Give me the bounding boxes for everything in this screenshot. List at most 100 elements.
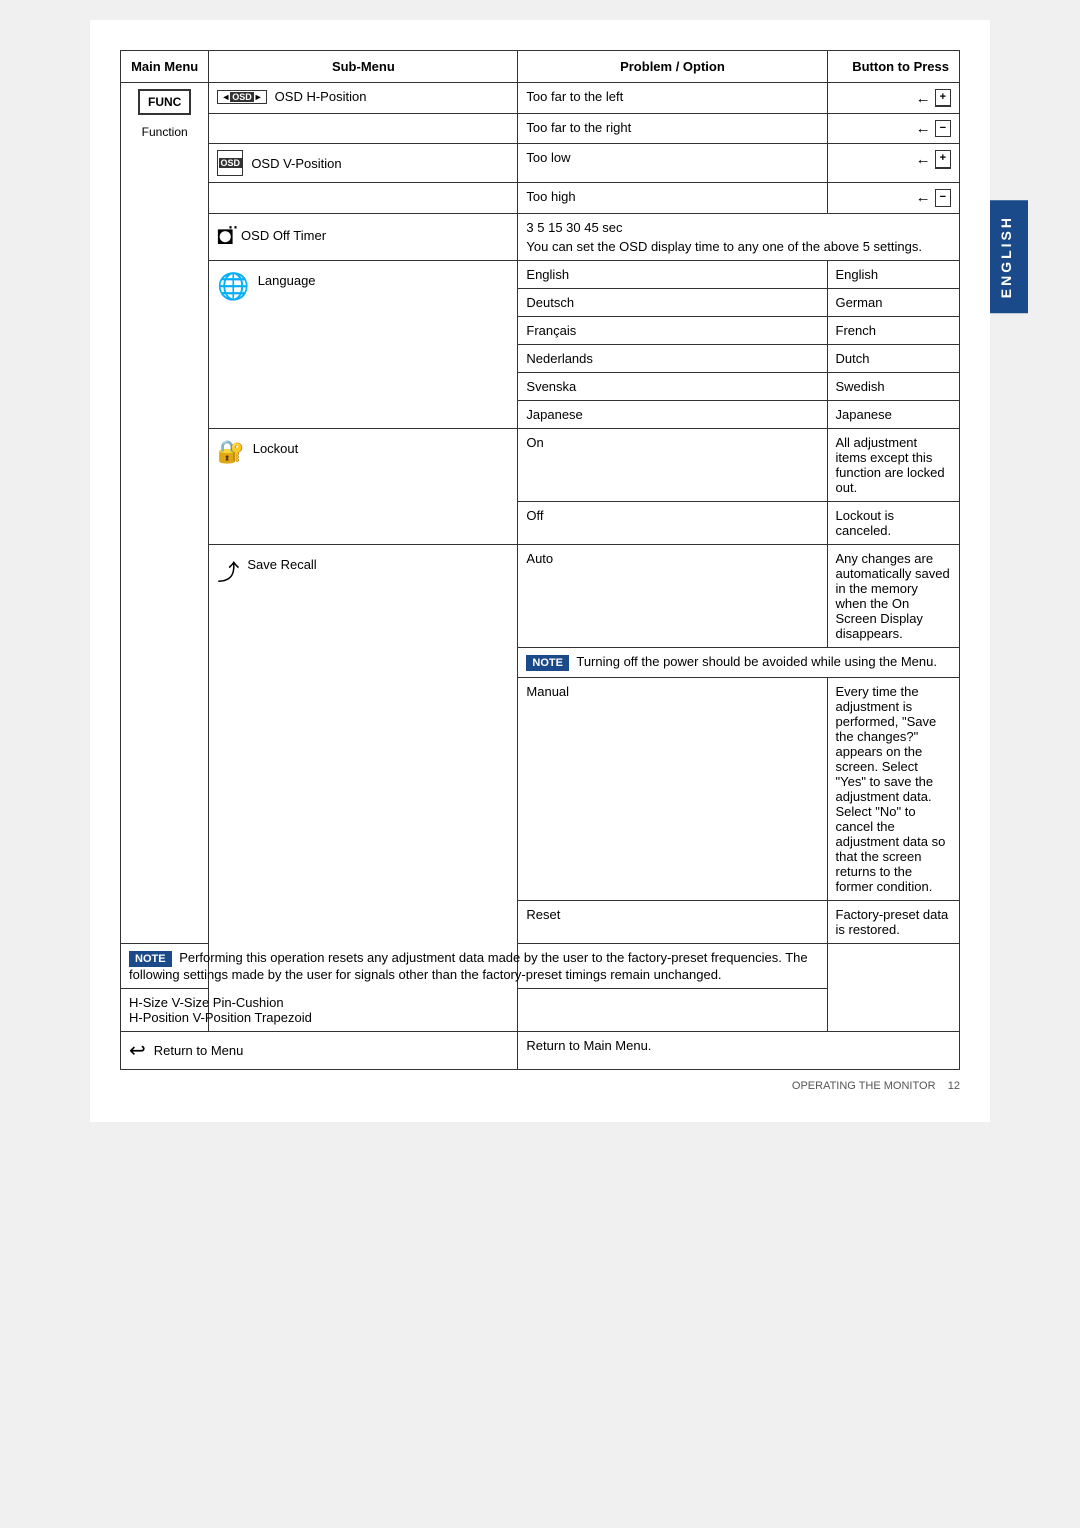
return-row: ↩ Return to Menu Return to Main Menu.: [121, 1031, 960, 1069]
return-icon: ↩: [129, 1038, 146, 1063]
osd-v-row-bottom: Too high ← −: [121, 183, 960, 213]
save-auto-value: Any changes are automatically saved in t…: [827, 544, 960, 647]
osd-h-button-1: ← +: [827, 83, 960, 114]
arrow-left-icon-1: ←: [916, 90, 931, 107]
lockout-label: Lockout: [253, 441, 299, 456]
language-label: Language: [258, 273, 316, 288]
note2-label: NOTE: [129, 951, 172, 967]
osd-v-label: OSD V-Position: [251, 156, 341, 171]
lang-english-option: English: [518, 260, 827, 288]
return-sub-cell: ↩ Return to Menu: [121, 1031, 518, 1069]
lang-dutch-option: Nederlands: [518, 344, 827, 372]
save-auto-option: Auto: [518, 544, 827, 647]
timer-desc: You can set the OSD display time to any …: [526, 239, 951, 254]
osd-v-btn-row-2: ← −: [836, 189, 952, 206]
osd-v-problem-2: Too high: [518, 183, 827, 213]
osd-h-btn-row-2: ← −: [836, 120, 952, 137]
osd-h-label: OSD H-Position: [275, 89, 367, 104]
lock-icon: 🔐: [217, 439, 244, 465]
save-manual-option: Manual: [518, 677, 827, 900]
osd-timer-sub-cell: ◘̈ OSD Off Timer: [209, 213, 518, 260]
osd-v-row-top: OSD OSD V-Position Too low ← +: [121, 144, 960, 183]
osd-v-icon: OSD: [217, 150, 243, 176]
function-label: Function: [129, 125, 200, 139]
minus-btn-2: −: [935, 189, 951, 206]
lang-japanese-value: Japanese: [827, 400, 960, 428]
footer: OPERATING THE MONITOR 12: [120, 1080, 960, 1092]
osd-h-sub-cell-2: [209, 114, 518, 144]
osd-v-button-2: ← −: [827, 183, 960, 213]
save-manual-value: Every time the adjustment is performed, …: [827, 677, 960, 900]
func-box: FUNC: [138, 89, 191, 115]
save-remaining-row: H-Size V-Size Pin-Cushion H-Position V-P…: [121, 988, 960, 1031]
save-reset-option: Reset: [518, 900, 827, 943]
save-label: Save Recall: [247, 557, 316, 572]
footer-page: 12: [948, 1080, 960, 1092]
lockout-on-option: On: [518, 428, 827, 501]
lockout-sub-cell: 🔐 Lockout: [209, 428, 518, 544]
lang-francais-option: Français: [518, 316, 827, 344]
lang-english-row: 🌐 Language English English: [121, 260, 960, 288]
header-sub-menu: Sub-Menu: [209, 51, 518, 83]
lockout-off-value: Lockout is canceled.: [827, 501, 960, 544]
timer-text: 3 5 15 30 45 sec: [526, 220, 951, 235]
arrow-left-icon-4: ←: [916, 189, 931, 206]
save-auto-row: ⤴ Save Recall Auto Any changes are autom…: [121, 544, 960, 647]
plus-btn-2: +: [935, 150, 951, 168]
osd-h-icon-label: ◄ OSD ► OSD H-Position: [217, 89, 509, 104]
osd-v-sub-cell: OSD OSD V-Position: [209, 144, 518, 183]
osd-v-problem-1: Too low: [518, 144, 827, 183]
osd-h-button-2: ← −: [827, 114, 960, 144]
lang-sub-cell: 🌐 Language: [209, 260, 518, 428]
lang-deutsch-value: German: [827, 288, 960, 316]
globe-icon: 🌐: [217, 271, 249, 302]
lockout-off-option: Off: [518, 501, 827, 544]
minus-sign-1: −: [936, 121, 950, 136]
save-reset-value: Factory-preset data is restored.: [827, 900, 960, 943]
timer-icon: ◘̈: [217, 220, 233, 251]
osd-v-button-1: ← +: [827, 144, 960, 183]
footer-text: OPERATING THE MONITOR: [792, 1080, 936, 1092]
osd-h-sub-cell: ◄ OSD ► OSD H-Position: [209, 83, 518, 114]
save-note2-row: NOTE Performing this operation resets an…: [121, 943, 960, 988]
english-tab: ENGLISH: [990, 200, 1028, 313]
osd-v-btn-row-1: ← +: [836, 150, 952, 168]
note2-text: Performing this operation resets any adj…: [129, 950, 808, 982]
lockout-icon-label: 🔐 Lockout: [217, 435, 509, 465]
arrow-left-icon-3: ←: [916, 151, 931, 168]
save-icon: ⤴: [217, 555, 239, 587]
osd-timer-row: ◘̈ OSD Off Timer 3 5 15 30 45 sec You ca…: [121, 213, 960, 260]
header-main-menu: Main Menu: [121, 51, 209, 83]
note1-text: Turning off the power should be avoided …: [576, 654, 937, 669]
main-menu-cell: FUNC Function: [121, 83, 209, 944]
main-table: Main Menu Sub-Menu Problem / Option Butt…: [120, 50, 960, 1070]
lang-svenska-value: Swedish: [827, 372, 960, 400]
page-container: ENGLISH Main Menu Sub-Menu Problem / Opt…: [90, 20, 990, 1122]
osd-timer-problem: 3 5 15 30 45 sec You can set the OSD dis…: [518, 213, 960, 260]
plus-sign-1: +: [936, 90, 950, 106]
header-button: Button to Press: [827, 51, 960, 83]
lang-deutsch-option: Deutsch: [518, 288, 827, 316]
return-value-cell: Return to Main Menu.: [518, 1031, 960, 1069]
header-row: Main Menu Sub-Menu Problem / Option Butt…: [121, 51, 960, 83]
osd-timer-label: OSD Off Timer: [241, 228, 326, 243]
lockout-on-row: 🔐 Lockout On All adjustment items except…: [121, 428, 960, 501]
lang-francais-value: French: [827, 316, 960, 344]
plus-sign-2: +: [936, 151, 950, 167]
save-icon-label: ⤴ Save Recall: [217, 551, 509, 587]
minus-sign-2: −: [936, 190, 950, 205]
arrow-left-icon-2: ←: [916, 120, 931, 137]
lockout-on-value: All adjustment items except this functio…: [827, 428, 960, 501]
osd-v-icon-label: OSD OSD V-Position: [217, 150, 509, 176]
osd-timer-icon-label: ◘̈ OSD Off Timer: [217, 220, 509, 251]
save-remaining-cell: H-Size V-Size Pin-Cushion H-Position V-P…: [121, 988, 828, 1031]
osd-v-sub-cell-2: [209, 183, 518, 213]
lang-japanese-option: Japanese: [518, 400, 827, 428]
osd-h-row-top: FUNC Function ◄ OSD ► OSD H-Position Too…: [121, 83, 960, 114]
minus-btn-1: −: [935, 120, 951, 137]
lang-english-value: English: [827, 260, 960, 288]
lang-icon-label: 🌐 Language: [217, 267, 509, 302]
osd-h-icon: ◄ OSD ►: [217, 90, 266, 104]
osd-h-row-bottom: Too far to the right ← −: [121, 114, 960, 144]
return-label: Return to Menu: [154, 1043, 244, 1058]
